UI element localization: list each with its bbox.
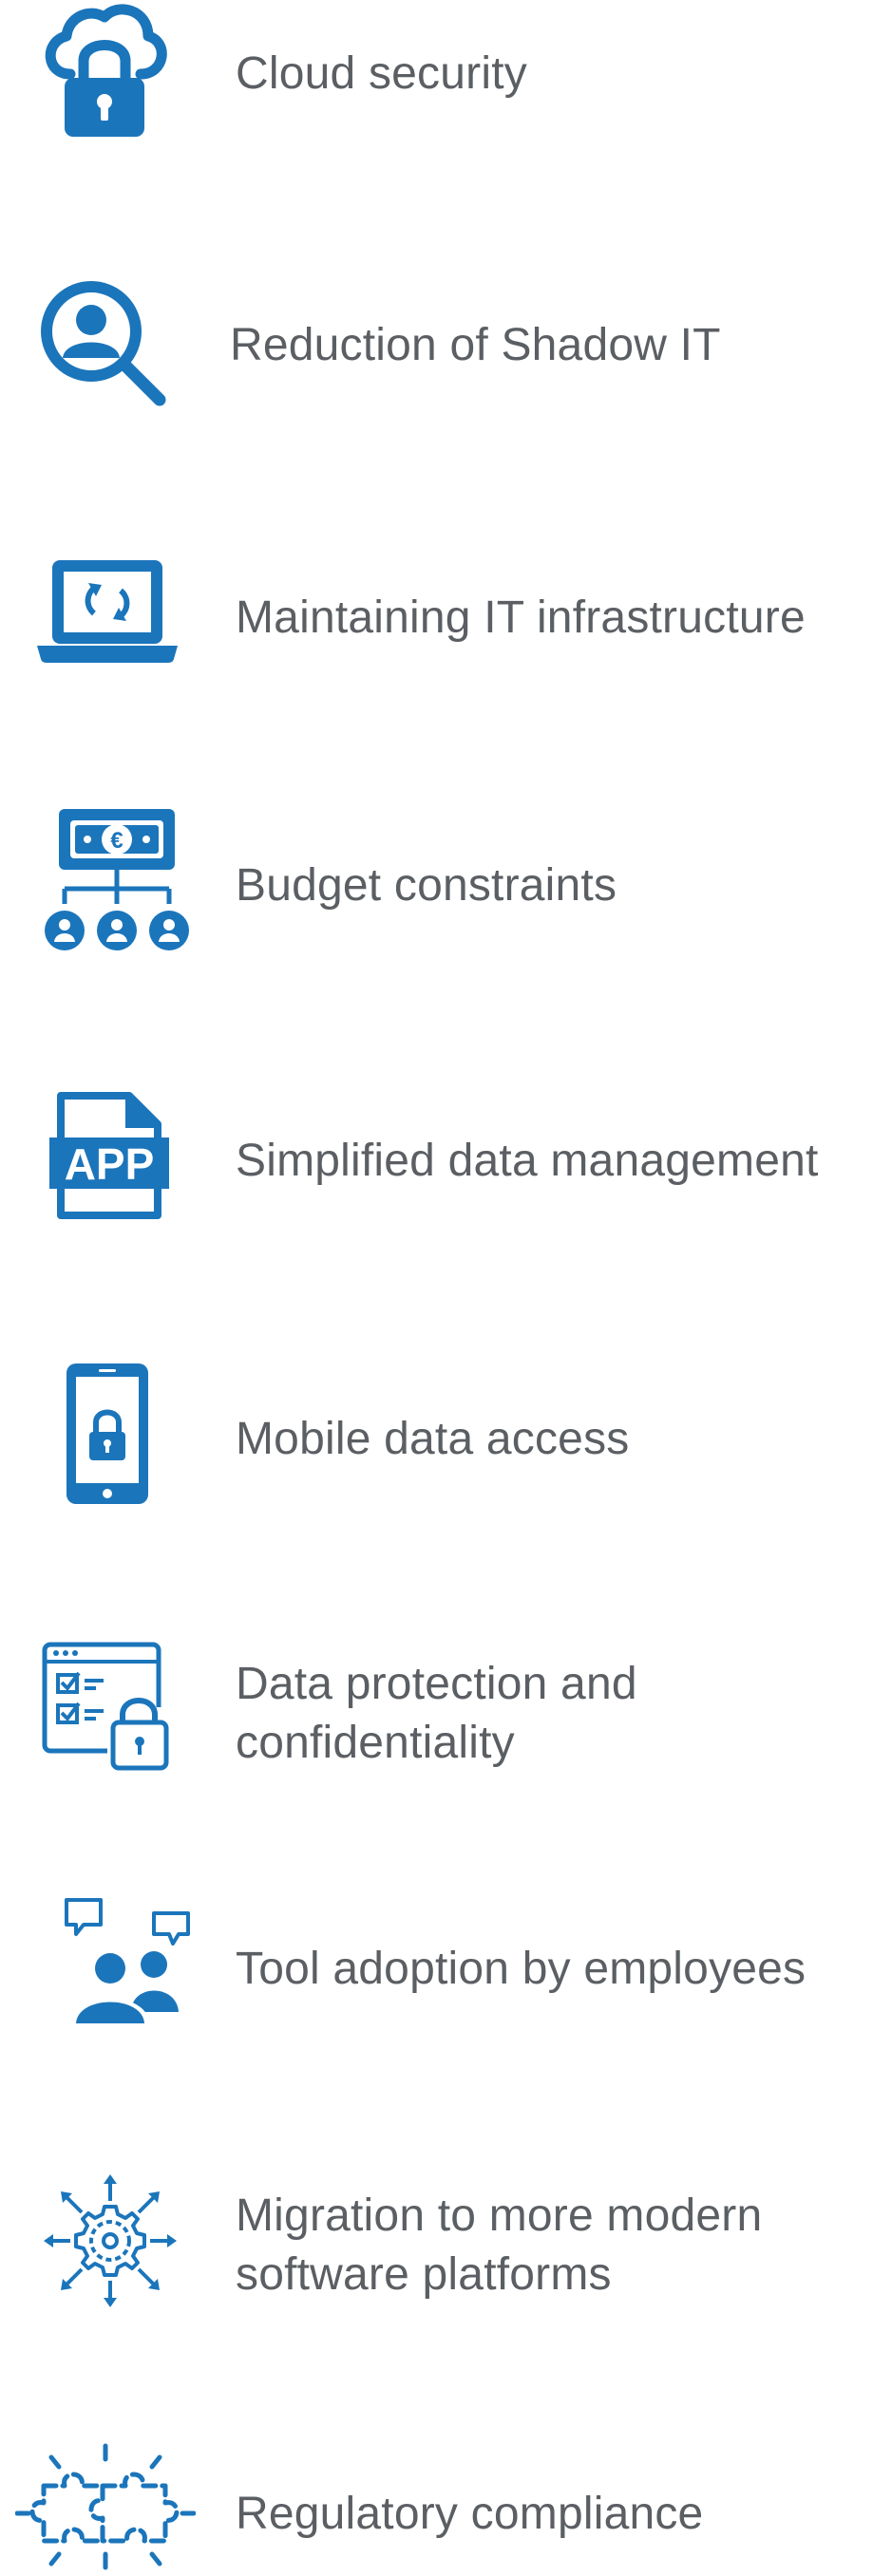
item-label: Tool adoption by employees	[236, 1944, 807, 1994]
puzzle-icon	[15, 2442, 196, 2571]
mobile-lock-icon	[65, 1362, 150, 1506]
item-label-line2: software platforms	[236, 2249, 612, 2300]
cloud-lock-icon	[42, 4, 167, 137]
item-label: Reduction of Shadow IT	[230, 320, 721, 370]
user-search-icon	[38, 278, 167, 407]
item-label: Migration to more modern	[236, 2191, 763, 2241]
people-chat-icon	[63, 1896, 192, 2025]
item-label: Data protection and	[236, 1659, 637, 1709]
item-label: Cloud security	[236, 48, 527, 99]
budget-team-icon: €	[44, 809, 190, 955]
item-label: Budget constraints	[236, 860, 617, 911]
item-label-line2: confidentiality	[236, 1718, 515, 1768]
item-label: Simplified data management	[236, 1136, 819, 1186]
svg-text:APP: APP	[65, 1139, 155, 1189]
gear-arrows-icon	[44, 2174, 177, 2307]
app-file-icon: APP	[47, 1090, 171, 1221]
laptop-refresh-icon	[35, 558, 180, 663]
item-label: Maintaining IT infrastructure	[236, 592, 806, 643]
item-label: Regulatory compliance	[236, 2489, 704, 2539]
svg-text:€: €	[110, 828, 123, 854]
item-label: Mobile data access	[236, 1414, 630, 1464]
checklist-lock-icon	[41, 1641, 174, 1772]
